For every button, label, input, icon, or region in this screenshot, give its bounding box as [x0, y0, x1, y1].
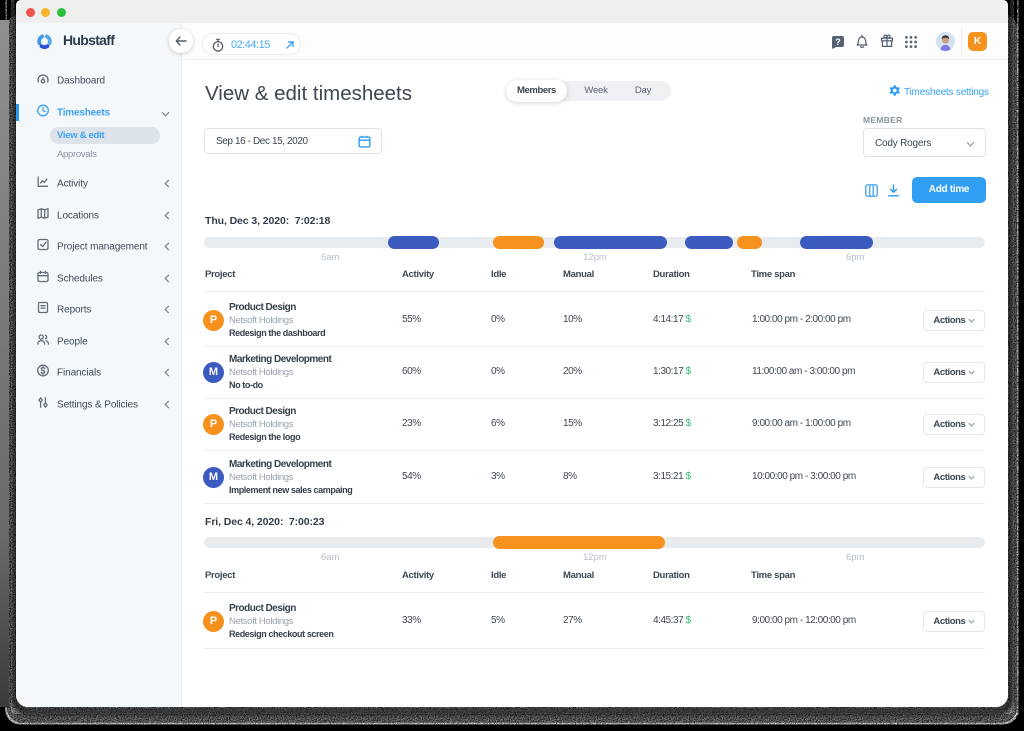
svg-text:?: ? — [835, 37, 841, 47]
